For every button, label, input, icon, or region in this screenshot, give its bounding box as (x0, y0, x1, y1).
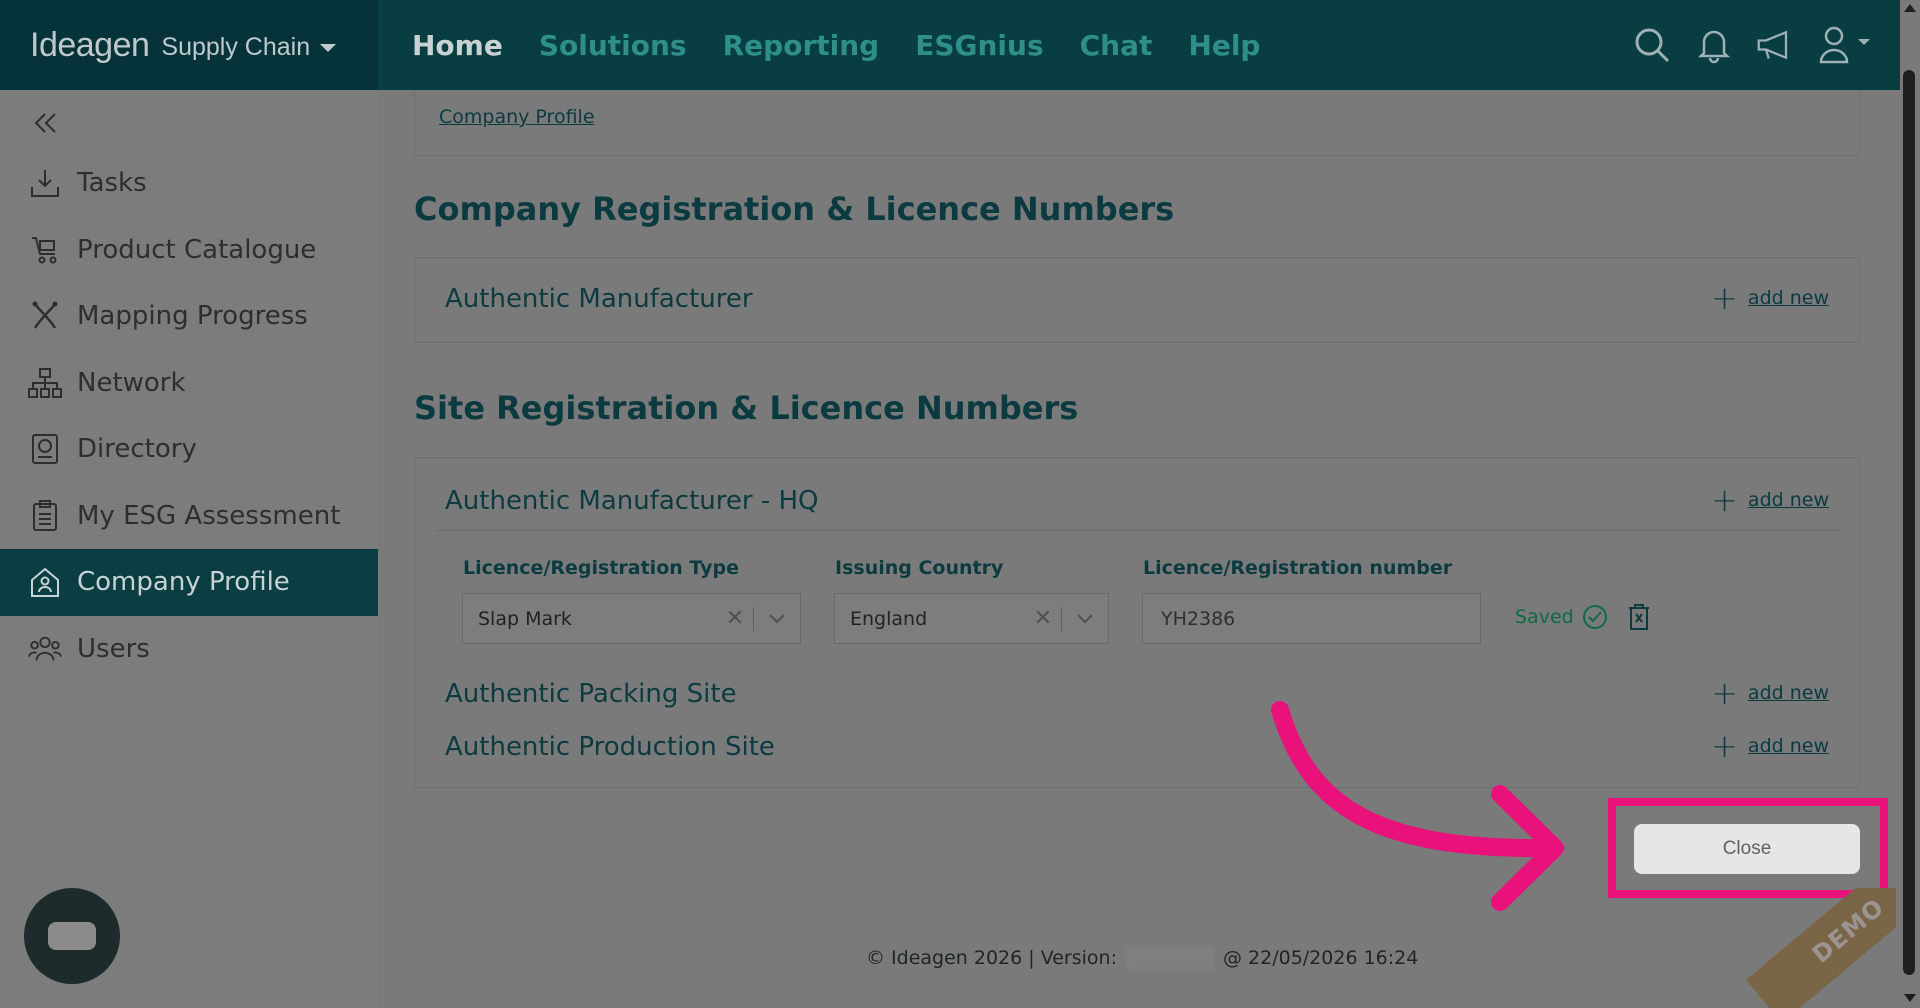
sidebar-item-product-catalogue[interactable]: Product Catalogue (0, 217, 378, 284)
main-nav: Home Solutions Reporting ESGnius Chat He… (412, 0, 1260, 90)
megaphone-icon[interactable] (1756, 25, 1796, 65)
product-name: Supply Chain (161, 32, 311, 61)
sidebar-menu: Tasks Product Catalogue Mapping Progress… (0, 150, 378, 682)
cart-icon (28, 233, 62, 267)
sidebar-item-users[interactable]: Users (0, 616, 378, 683)
site-row-title-hq: Authentic Manufacturer - HQ (445, 486, 819, 516)
issuing-country-select[interactable]: England ✕ (834, 593, 1109, 644)
plus-icon: + (1711, 727, 1738, 765)
bell-icon[interactable] (1694, 25, 1734, 65)
site-licence-card: Authentic Manufacturer - HQ + add new Li… (414, 457, 1860, 788)
plus-icon: + (1711, 279, 1738, 317)
add-new-hq-licence-button[interactable]: + add new (1711, 484, 1829, 516)
clear-icon[interactable]: ✕ (717, 606, 753, 631)
pointer-arrow (1271, 701, 1564, 911)
chevron-down-icon[interactable] (754, 613, 800, 625)
add-new-production-licence-button[interactable]: + add new (1711, 730, 1829, 762)
scroll-down-icon[interactable] (1904, 994, 1916, 1002)
demo-label: DEMO (1806, 892, 1890, 969)
nav-reporting[interactable]: Reporting (723, 29, 880, 62)
tasks-icon (28, 166, 62, 200)
sidebar-item-label: Tasks (77, 168, 147, 199)
footer: © Ideagen 2026 | Version: @ 22/05/2026 1… (866, 946, 1418, 970)
licence-type-value: Slap Mark (478, 607, 572, 630)
sidebar-item-label: Product Catalogue (77, 234, 317, 265)
licence-number-label: Licence/Registration number (1143, 557, 1453, 579)
nav-esgnius[interactable]: ESGnius (915, 29, 1043, 62)
chat-launcher-button[interactable] (24, 888, 120, 984)
company-licence-card: Authentic Manufacturer + add new (414, 257, 1860, 343)
mapping-icon (28, 299, 62, 333)
header-icons (1632, 0, 1878, 90)
sidebar-item-label: Users (77, 633, 150, 664)
check-circle-icon (1582, 604, 1608, 634)
plus-icon: + (1711, 674, 1738, 712)
nav-solutions[interactable]: Solutions (539, 29, 687, 62)
sidebar-item-label: My ESG Assessment (77, 500, 341, 531)
blurred-version (1124, 946, 1215, 970)
divider (435, 530, 1841, 531)
sidebar-item-label: Directory (77, 434, 197, 465)
clipboard-icon (28, 499, 62, 533)
sidebar-item-directory[interactable]: Directory (0, 416, 378, 483)
demo-band: DEMO (1746, 888, 1896, 1008)
company-icon (28, 565, 62, 599)
chevron-down-icon[interactable] (320, 44, 337, 52)
nav-home[interactable]: Home (412, 29, 503, 62)
company-row-title: Authentic Manufacturer (445, 284, 753, 314)
users-icon (28, 632, 62, 666)
top-navigation-bar: Ideagen Supply Chain Home Solutions Repo… (0, 0, 1920, 90)
chevron-down-icon[interactable] (1062, 613, 1108, 625)
user-icon[interactable] (1818, 25, 1878, 65)
issuing-country-value: England (850, 607, 928, 630)
scroll-up-icon[interactable] (1904, 4, 1916, 12)
directory-icon (28, 432, 62, 466)
site-row-title-production: Authentic Production Site (445, 732, 775, 762)
demo-ribbon: DEMO (1746, 888, 1896, 1008)
add-new-label: add new (1747, 682, 1829, 704)
licence-type-select[interactable]: Slap Mark ✕ (462, 593, 801, 644)
nav-chat[interactable]: Chat (1080, 29, 1153, 62)
collapse-sidebar-icon[interactable] (30, 108, 62, 140)
sidebar-item-my-esg-assessment[interactable]: My ESG Assessment (0, 483, 378, 550)
sidebar-item-label: Network (77, 367, 186, 398)
breadcrumb: Company Profile (414, 90, 1860, 156)
brand-area[interactable]: Ideagen Supply Chain (0, 0, 378, 90)
add-new-label: add new (1747, 735, 1829, 757)
sidebar-item-mapping-progress[interactable]: Mapping Progress (0, 283, 378, 350)
licence-number-input[interactable]: YH2386 (1142, 593, 1481, 644)
plus-icon: + (1711, 481, 1738, 519)
chat-bubble-icon (48, 922, 96, 950)
add-new-label: add new (1747, 287, 1829, 309)
issuing-country-label: Issuing Country (835, 557, 1004, 579)
network-icon (28, 366, 62, 400)
add-new-packing-licence-button[interactable]: + add new (1711, 677, 1829, 709)
licence-type-label: Licence/Registration Type (463, 557, 739, 579)
sidebar-item-label: Company Profile (77, 567, 290, 598)
brand-logo: Ideagen (30, 25, 150, 64)
site-row-title-packing: Authentic Packing Site (445, 679, 737, 709)
footer-copyright: © Ideagen 2026 | Version: (866, 947, 1117, 969)
search-icon[interactable] (1632, 25, 1672, 65)
saved-status: Saved (1515, 606, 1574, 628)
site-section-title: Site Registration & Licence Numbers (414, 389, 1079, 427)
sidebar-item-company-profile[interactable]: Company Profile (0, 549, 378, 616)
footer-timestamp: @ 22/05/2026 16:24 (1222, 947, 1419, 969)
add-new-label: add new (1747, 489, 1829, 511)
sidebar-item-tasks[interactable]: Tasks (0, 150, 378, 217)
trash-icon[interactable] (1627, 603, 1651, 635)
highlight-box (1608, 798, 1888, 898)
add-new-company-licence-button[interactable]: + add new (1711, 282, 1829, 314)
breadcrumb-link[interactable]: Company Profile (439, 106, 595, 128)
clear-icon[interactable]: ✕ (1025, 606, 1061, 631)
sidebar-item-label: Mapping Progress (77, 301, 308, 332)
sidebar-item-network[interactable]: Network (0, 350, 378, 417)
sidebar: Tasks Product Catalogue Mapping Progress… (0, 90, 378, 1008)
scrollbar-thumb[interactable] (1903, 70, 1915, 975)
company-section-title: Company Registration & Licence Numbers (414, 190, 1175, 228)
nav-help[interactable]: Help (1188, 29, 1260, 62)
